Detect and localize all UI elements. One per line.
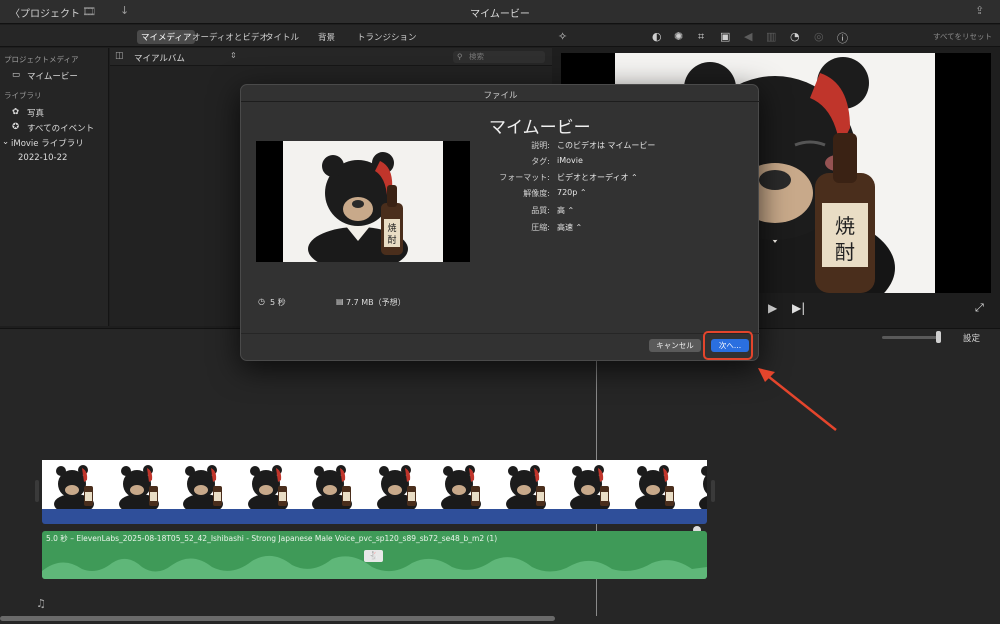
title-bar: 〈プロジェクト 🎞 ↓ マイムービー ⇪: [0, 0, 1000, 24]
tags-label: タグ:: [531, 157, 550, 166]
tab-my-media[interactable]: マイメディア: [137, 30, 196, 44]
video-clip[interactable]: [42, 460, 707, 510]
clip-thumbnail: [687, 460, 707, 510]
search-icon: ⚲: [457, 52, 463, 61]
bottle-label-text-1: 焼: [387, 223, 396, 234]
browser-toolbar: ◫ マイアルバム ⇕ ⚲ 検索: [110, 48, 552, 66]
clip-thumbnail: [429, 460, 494, 510]
photos-icon: ✿: [12, 107, 20, 117]
play-icon[interactable]: ▶: [768, 301, 777, 315]
export-preview: 焼 酎: [256, 141, 470, 262]
bottle-label-text-2: 酎: [387, 234, 396, 246]
color-palette-icon[interactable]: ✺: [674, 30, 683, 43]
clip-thumbnail: [365, 460, 430, 510]
tab-audio-video[interactable]: オーディオとビデオ: [188, 30, 272, 44]
sidebar-item-project[interactable]: マイムービー: [27, 70, 78, 82]
stabilization-icon[interactable]: ▣: [720, 30, 730, 43]
clip-thumbnail: [558, 460, 623, 510]
annotation-arrow-icon: [758, 368, 837, 431]
film-icon: ▭: [12, 70, 21, 80]
tab-transitions[interactable]: トランジション: [353, 30, 421, 44]
music-note-icon: ♫: [36, 597, 46, 610]
magic-wand-icon[interactable]: ✧: [558, 30, 567, 43]
svg-text:酎: 酎: [835, 240, 855, 264]
speed-icon[interactable]: ◔: [790, 30, 800, 43]
search-placeholder: 検索: [469, 52, 484, 61]
equalizer-icon[interactable]: ▥: [766, 30, 776, 43]
dialog-project-title[interactable]: マイムービー: [489, 113, 591, 138]
fullscreen-icon[interactable]: ⤢: [975, 301, 984, 315]
zoom-slider[interactable]: [882, 336, 940, 339]
timeline-scrollbar[interactable]: [0, 616, 555, 621]
library-sidebar: プロジェクトメディア ▭ マイムービー ライブラリ ✿ 写真 ✪ すべてのイベン…: [0, 48, 109, 326]
dialog-window-title: ファイル: [483, 91, 518, 101]
clip-thumbnail: [236, 460, 301, 510]
quality-select[interactable]: 高 ⌃: [557, 205, 574, 216]
clip-thumbnail: [107, 460, 172, 510]
preview-image: 焼 酎: [283, 141, 443, 262]
clip-trim-handle-left[interactable]: [35, 480, 39, 502]
cancel-button[interactable]: キャンセル: [649, 339, 701, 352]
description-label: 説明:: [531, 141, 550, 150]
reset-all-button[interactable]: すべてをリセット: [933, 31, 992, 42]
clock-icon: ◷: [258, 297, 265, 306]
window-title: マイムービー: [470, 9, 530, 20]
library-heading: ライブラリ: [4, 91, 42, 100]
speed-badge-icon[interactable]: 🐇: [364, 550, 383, 562]
audio-clip-label: 5.0 秒 – ElevenLabs_2025-08-18T05_52_42_I…: [46, 534, 498, 543]
search-input[interactable]: ⚲ 検索: [453, 51, 545, 63]
dialog-divider: [241, 101, 760, 102]
chevron-down-icon[interactable]: ⌄: [2, 137, 9, 147]
video-audio-strip[interactable]: [42, 509, 707, 524]
annotation-highlight-box: [703, 331, 753, 360]
tab-backgrounds[interactable]: 背景: [314, 30, 339, 44]
color-balance-icon[interactable]: ◐: [652, 30, 662, 43]
compression-select[interactable]: 高速 ⌃: [557, 222, 582, 233]
clip-thumbnail: [623, 460, 688, 510]
svg-text:焼: 焼: [835, 214, 855, 238]
description-field[interactable]: このビデオは マイムービー: [557, 140, 655, 151]
viewer-toolbar: ✧ ◐ ✺ ⌗ ▣ ◀ ▥ ◔ ◎ ⓘ すべてをリセット: [552, 25, 1000, 47]
volume-icon[interactable]: ◀: [744, 30, 752, 43]
skip-forward-icon[interactable]: ▶|: [792, 301, 805, 315]
sidebar-item-all-events[interactable]: すべてのイベント: [27, 122, 94, 134]
star-icon: ✪: [12, 122, 20, 132]
dialog-bottom-divider: [241, 333, 760, 334]
sidebar-item-photos[interactable]: 写真: [27, 107, 44, 119]
info-icon[interactable]: ⓘ: [837, 30, 848, 46]
album-selector[interactable]: マイアルバム: [134, 52, 185, 64]
clip-trim-handle-right[interactable]: [711, 480, 715, 502]
format-label: フォーマット:: [499, 173, 550, 182]
file-icon: ▤: [336, 297, 344, 306]
sidebar-item-event-date[interactable]: 2022-10-22: [18, 153, 67, 163]
audio-clip[interactable]: 5.0 秒 – ElevenLabs_2025-08-18T05_52_42_I…: [42, 531, 707, 579]
format-select[interactable]: ビデオとオーディオ ⌃: [557, 172, 638, 183]
clip-thumbnail: [171, 460, 236, 510]
duration-text: 5 秒: [270, 298, 286, 307]
noise-filter-icon[interactable]: ◎: [814, 30, 824, 43]
resolution-select[interactable]: 720p ⌃: [557, 188, 587, 197]
chevron-updown-icon[interactable]: ⇕: [230, 51, 237, 60]
zoom-slider-knob[interactable]: [936, 331, 941, 343]
clip-thumbnail: [494, 460, 559, 510]
share-file-dialog: ファイル 焼 酎 マイムービー 説明: このビデオは マイムービー タグ: iM…: [240, 84, 760, 361]
sidebar-toggle-icon[interactable]: ◫: [115, 51, 124, 61]
clip-thumbnail: [42, 460, 107, 510]
media-tabs-bar: マイメディア オーディオとビデオ タイトル 背景 トランジション: [0, 25, 552, 47]
clip-thumbnail: [300, 460, 365, 510]
share-icon[interactable]: ⇪: [975, 4, 984, 17]
sidebar-item-imovie-library[interactable]: iMovie ライブラリ: [11, 137, 84, 149]
quality-label: 品質:: [531, 206, 550, 215]
tags-field[interactable]: iMovie: [557, 156, 583, 165]
project-media-heading: プロジェクトメディア: [4, 55, 79, 64]
compression-label: 圧縮:: [531, 223, 550, 232]
tab-titles[interactable]: タイトル: [261, 30, 303, 44]
timeline-settings-button[interactable]: 設定: [963, 332, 980, 344]
resolution-label: 解像度:: [523, 189, 550, 198]
file-size-text: 7.7 MB（予想）: [346, 298, 406, 307]
crop-icon[interactable]: ⌗: [698, 30, 704, 44]
